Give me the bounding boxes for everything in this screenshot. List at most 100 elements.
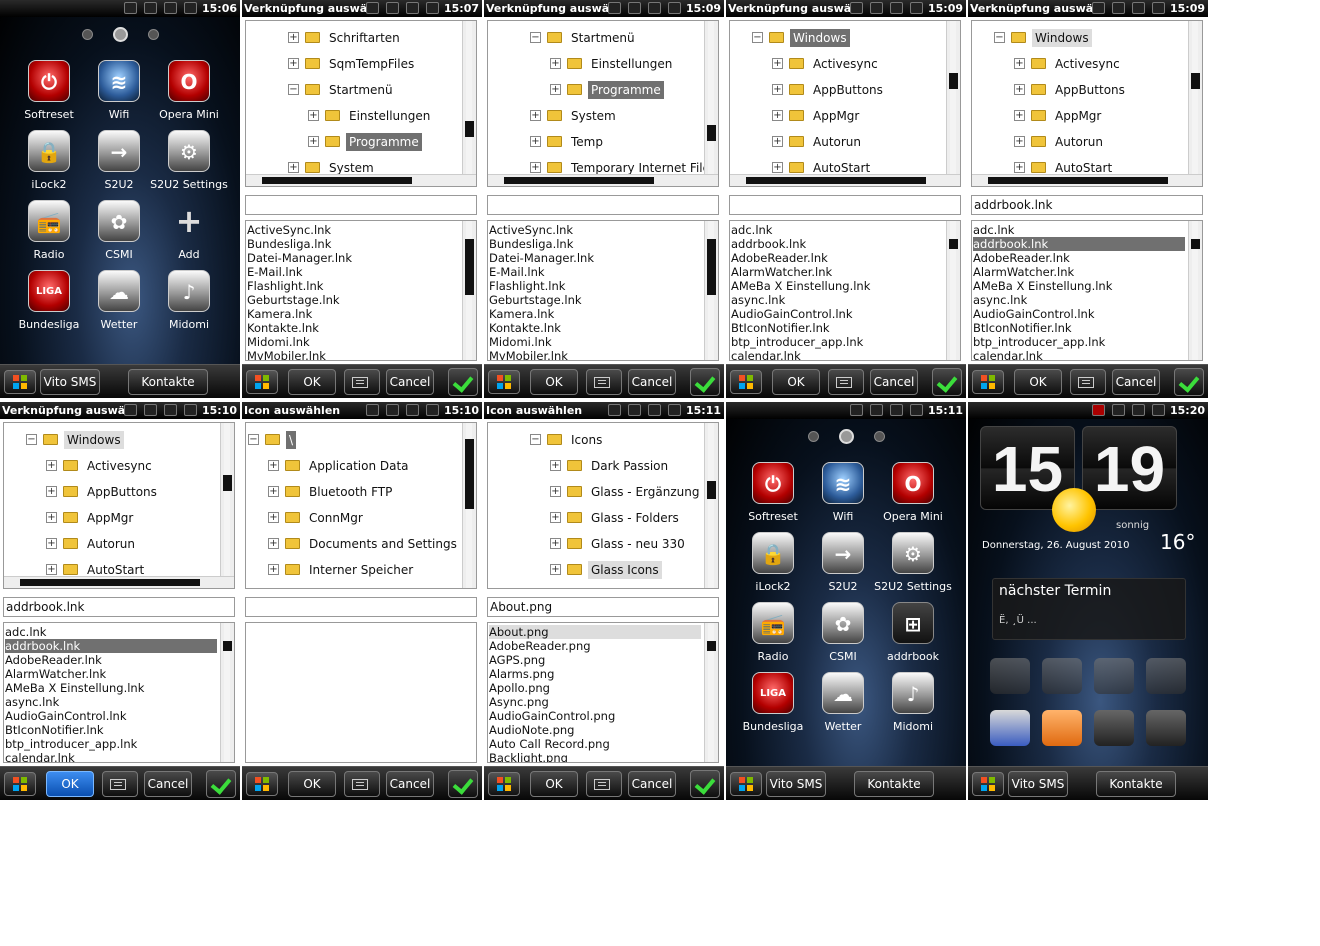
keyboard-button[interactable] bbox=[344, 771, 380, 797]
folder-tree[interactable]: − Windows + Activesync + AppButtons + AppMgr… bbox=[971, 20, 1203, 187]
app-radio[interactable]: 📻 Radio bbox=[738, 602, 808, 672]
tree-node[interactable]: + System bbox=[530, 102, 619, 128]
list-item[interactable]: ActiveSync.lnk bbox=[489, 223, 701, 237]
satellite-icon[interactable] bbox=[1146, 658, 1186, 694]
list-item[interactable]: AudioNote.png bbox=[489, 723, 701, 737]
tree-node[interactable]: + Autorun bbox=[46, 530, 138, 556]
app-wifi[interactable]: ≋ Wifi bbox=[84, 60, 154, 130]
tree-node[interactable]: + Bluetooth FTP bbox=[268, 478, 395, 504]
app-s2u2-settings[interactable]: ⚙ S2U2 Settings bbox=[874, 532, 952, 602]
filename-field[interactable] bbox=[487, 195, 719, 215]
list-item[interactable]: BtIconNotifier.lnk bbox=[731, 321, 943, 335]
list-item[interactable]: Backlight.png bbox=[489, 751, 701, 762]
tree-node-selected[interactable]: + Programme bbox=[550, 76, 664, 102]
tree-node-selected[interactable]: − Windows bbox=[26, 426, 124, 452]
list-item[interactable]: async.lnk bbox=[5, 695, 217, 709]
keyboard-button[interactable] bbox=[102, 771, 138, 797]
tree-node[interactable]: + Interner Speicher bbox=[268, 556, 416, 582]
file-list[interactable]: ActiveSync.lnk Bundesliga.lnk Datei-Mana… bbox=[245, 220, 477, 361]
tree-hscrollbar[interactable] bbox=[4, 576, 234, 588]
tree-hscrollbar[interactable] bbox=[972, 174, 1202, 186]
tree-node[interactable]: + Glass - neu 330 bbox=[550, 530, 688, 556]
tree-node[interactable]: − Startmenü bbox=[288, 76, 396, 102]
tree-node-selected[interactable]: + Programme bbox=[308, 128, 422, 154]
list-item[interactable]: addrbook.lnk bbox=[731, 237, 943, 251]
list-item[interactable]: Midomi.lnk bbox=[247, 335, 459, 349]
list-item[interactable]: adc.lnk bbox=[731, 223, 943, 237]
list-scrollbar[interactable] bbox=[946, 221, 960, 360]
file-list[interactable]: adc.lnk addrbook.lnk AdobeReader.lnk Ala… bbox=[3, 622, 235, 763]
folder-tree[interactable]: − Windows + Activesync + AppButtons + AppMgr… bbox=[3, 422, 235, 589]
list-scrollbar[interactable] bbox=[220, 623, 234, 762]
list-item[interactable]: E-Mail.lnk bbox=[489, 265, 701, 279]
list-item[interactable]: btp_introducer_app.lnk bbox=[973, 335, 1185, 349]
next-appointment-panel[interactable]: nächster Termin Ë, ¸Ü ... bbox=[992, 578, 1186, 640]
list-item[interactable]: MyMobiler.lnk bbox=[489, 349, 701, 360]
pulse-monitor-icon[interactable] bbox=[1146, 710, 1186, 746]
list-item[interactable]: AlarmWatcher.lnk bbox=[5, 667, 217, 681]
list-item[interactable]: AudioGainControl.lnk bbox=[731, 307, 943, 321]
alert-icon[interactable] bbox=[1094, 710, 1134, 746]
confirm-check-icon[interactable] bbox=[690, 770, 720, 798]
list-item[interactable]: Alarms.png bbox=[489, 667, 701, 681]
list-item[interactable]: Bundesliga.lnk bbox=[247, 237, 459, 251]
ok-button-pressed[interactable]: OK bbox=[46, 771, 94, 797]
app-add[interactable]: + Add bbox=[154, 200, 224, 270]
windows-start-icon[interactable] bbox=[246, 772, 278, 796]
cancel-button[interactable]: Cancel bbox=[628, 771, 676, 797]
app-wetter[interactable]: ☁ Wetter bbox=[84, 270, 154, 340]
app-radio[interactable]: 📻 Radio bbox=[14, 200, 84, 270]
list-item[interactable]: Async.png bbox=[489, 695, 701, 709]
tree-scrollbar[interactable] bbox=[946, 21, 960, 174]
list-item[interactable]: adc.lnk bbox=[5, 625, 217, 639]
list-item[interactable]: Auto Call Record.png bbox=[489, 737, 701, 751]
confirm-check-icon[interactable] bbox=[448, 368, 478, 396]
vito-sms-button[interactable]: Vito SMS bbox=[766, 771, 826, 797]
list-item[interactable]: Geburtstage.lnk bbox=[247, 293, 459, 307]
tree-scrollbar[interactable] bbox=[704, 423, 718, 588]
page-dot[interactable] bbox=[873, 431, 885, 442]
list-item[interactable]: Kamera.lnk bbox=[247, 307, 459, 321]
app-csmi[interactable]: ✿ CSMI bbox=[84, 200, 154, 270]
windows-start-icon[interactable] bbox=[972, 370, 1004, 394]
save-disk-icon[interactable] bbox=[990, 710, 1030, 746]
app-csmi[interactable]: ✿ CSMI bbox=[808, 602, 878, 672]
windows-start-icon[interactable] bbox=[246, 370, 278, 394]
ok-button[interactable]: OK bbox=[530, 369, 578, 395]
app-midomi[interactable]: ♪ Midomi bbox=[878, 672, 948, 742]
confirm-check-icon[interactable] bbox=[690, 368, 720, 396]
page-dot[interactable] bbox=[807, 431, 819, 442]
cancel-button[interactable]: Cancel bbox=[628, 369, 676, 395]
windows-start-icon[interactable] bbox=[488, 772, 520, 796]
list-item[interactable]: adc.lnk bbox=[973, 223, 1185, 237]
tree-node[interactable]: + Documents and Settings bbox=[268, 530, 460, 556]
list-item[interactable]: Datei-Manager.lnk bbox=[489, 251, 701, 265]
contacts-icon[interactable] bbox=[1042, 710, 1082, 746]
windows-start-icon[interactable] bbox=[4, 370, 36, 394]
tree-hscrollbar[interactable] bbox=[488, 174, 718, 186]
list-item[interactable]: BtIconNotifier.lnk bbox=[5, 723, 217, 737]
tree-scrollbar[interactable] bbox=[1188, 21, 1202, 174]
keyboard-button[interactable] bbox=[586, 369, 622, 395]
keyboard-button[interactable] bbox=[1070, 369, 1106, 395]
tree-node[interactable]: + AppMgr bbox=[772, 102, 862, 128]
app-opera-mini[interactable]: O Opera Mini bbox=[878, 462, 948, 532]
list-scrollbar[interactable] bbox=[1188, 221, 1202, 360]
tree-node[interactable]: + Glass - Folders bbox=[550, 504, 682, 530]
vito-sms-button[interactable]: Vito SMS bbox=[40, 369, 100, 395]
list-scrollbar[interactable] bbox=[462, 221, 476, 360]
app-softreset[interactable]: ⏻ Softreset bbox=[14, 60, 84, 130]
list-item[interactable]: Apollo.png bbox=[489, 681, 701, 695]
tree-node[interactable]: + Schriftarten bbox=[288, 24, 403, 50]
cancel-button[interactable]: Cancel bbox=[386, 369, 434, 395]
list-item[interactable]: Kontakte.lnk bbox=[247, 321, 459, 335]
list-scrollbar[interactable] bbox=[704, 221, 718, 360]
ok-button[interactable]: OK bbox=[1014, 369, 1062, 395]
page-dot-active[interactable] bbox=[838, 429, 854, 444]
list-item[interactable]: AMeBa X Einstellung.lnk bbox=[973, 279, 1185, 293]
app-s2u2-settings[interactable]: ⚙ S2U2 Settings bbox=[150, 130, 228, 200]
list-item[interactable]: BtIconNotifier.lnk bbox=[973, 321, 1185, 335]
filename-field[interactable]: addrbook.lnk bbox=[3, 597, 235, 617]
app-ilock2[interactable]: 🔒 iLock2 bbox=[738, 532, 808, 602]
list-item[interactable]: AudioGainControl.png bbox=[489, 709, 701, 723]
